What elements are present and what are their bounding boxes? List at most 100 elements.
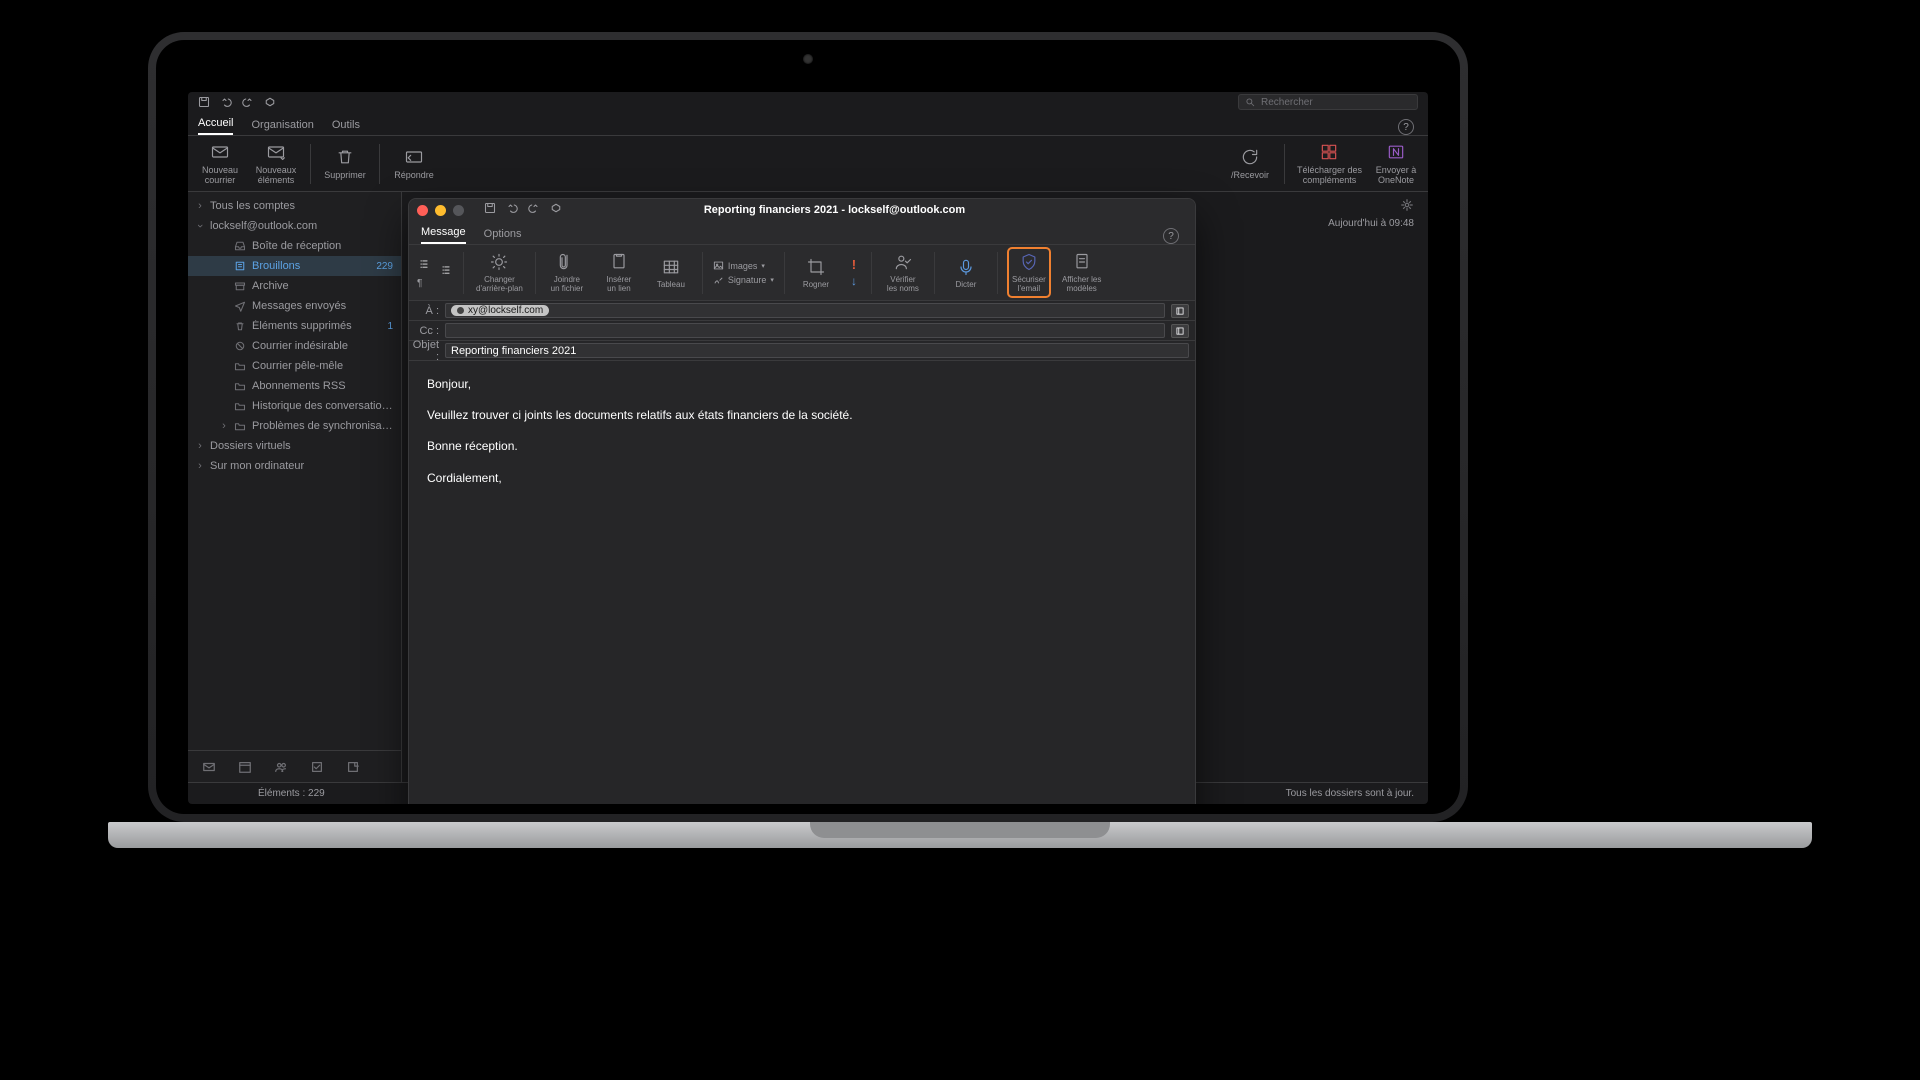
onenote-icon — [1386, 142, 1406, 162]
afficher-modeles-button[interactable]: Afficher lesmodèles — [1060, 248, 1103, 297]
images-button[interactable]: Images ▾ — [713, 260, 774, 271]
sidebar-item-archive[interactable]: Archive — [188, 276, 401, 296]
sidebar-item-sync[interactable]: ›Problèmes de synchronisation — [188, 416, 401, 436]
address-book-button[interactable] — [1171, 304, 1189, 318]
rogner-button[interactable]: Rogner — [795, 253, 837, 293]
label: Tous les comptes — [210, 200, 393, 212]
gear-icon[interactable] — [1400, 198, 1414, 212]
label: Dicter — [955, 280, 976, 289]
help-icon[interactable]: ? — [1163, 228, 1179, 244]
paragraph-icon[interactable]: ¶ — [417, 278, 431, 289]
inserer-lien-button[interactable]: Insérerun lien — [598, 248, 640, 297]
redo-icon[interactable] — [242, 96, 254, 108]
tableau-button[interactable]: Tableau — [650, 253, 692, 293]
folder-icon — [234, 360, 246, 372]
save-icon[interactable] — [198, 96, 210, 108]
main-tabs: Accueil Organisation Outils ? — [188, 112, 1428, 136]
label: Changerd'arrière-plan — [476, 275, 523, 293]
laptop-screen: Rechercher Accueil Organisation Outils ?… — [188, 92, 1428, 804]
securiser-email-button[interactable]: Sécuriserl'email — [1008, 248, 1050, 297]
mic-icon — [956, 257, 976, 277]
help-icon[interactable]: ? — [1398, 119, 1414, 135]
signature-button[interactable]: Signature ▾ — [713, 274, 774, 285]
archive-icon — [234, 280, 246, 292]
folder-sidebar: › Tous les comptes › lockself@outlook.co… — [188, 192, 402, 782]
recipient-chip[interactable]: xy@lockself.com — [451, 305, 549, 316]
tab-accueil[interactable]: Accueil — [198, 117, 233, 135]
chevron-down-icon: › — [194, 222, 206, 230]
minimize-button[interactable] — [435, 205, 446, 216]
changer-arriere-plan-button[interactable]: Changerd'arrière-plan — [474, 248, 525, 297]
tasks-nav-icon[interactable] — [310, 760, 324, 774]
sidebar-item-clutter[interactable]: Courrier pêle-mêle — [188, 356, 401, 376]
sidebar-item-history[interactable]: Historique des conversations — [188, 396, 401, 416]
undo-icon[interactable] — [220, 96, 232, 108]
people-nav-icon[interactable] — [274, 760, 288, 774]
chevron-down-icon: ▾ — [770, 276, 774, 284]
close-button[interactable] — [417, 205, 428, 216]
checknames-icon — [893, 252, 913, 272]
sidebar-all-accounts[interactable]: › Tous les comptes — [188, 196, 401, 216]
bullets-icon[interactable] — [417, 256, 431, 274]
draft-icon — [234, 260, 246, 272]
notes-nav-icon[interactable] — [346, 760, 360, 774]
numbering-icon[interactable] — [439, 262, 453, 280]
calendar-nav-icon[interactable] — [238, 760, 252, 774]
address-book-button[interactable] — [1171, 324, 1189, 338]
sendreceive-icon[interactable] — [264, 96, 276, 108]
sidebar-virtual-folders[interactable]: › Dossiers virtuels — [188, 436, 401, 456]
sidebar-account[interactable]: › lockself@outlook.com — [188, 216, 401, 236]
trash-icon — [335, 147, 355, 167]
to-field[interactable]: xy@lockself.com — [445, 303, 1165, 318]
status-left: Éléments : 229 — [258, 788, 325, 799]
label: Nouveauxéléments — [256, 165, 297, 185]
joindre-fichier-button[interactable]: Joindreun fichier — [546, 248, 588, 297]
nouveau-courrier-button[interactable]: Nouveaucourrier — [198, 142, 242, 185]
verifier-noms-button[interactable]: Vérifierles noms — [882, 248, 924, 297]
sidebar-item-deleted[interactable]: Éléments supprimés1 — [188, 316, 401, 336]
supprimer-button[interactable]: Supprimer — [323, 147, 367, 180]
sidebar-item-junk[interactable]: Courrier indésirable — [188, 336, 401, 356]
sidebar-bottom-nav — [188, 750, 401, 782]
nouveaux-elements-button[interactable]: Nouveauxéléments — [254, 142, 298, 185]
dicter-button[interactable]: Dicter — [945, 253, 987, 293]
priority-low-icon[interactable]: ↓ — [851, 274, 857, 288]
priority-high-icon[interactable]: ! — [852, 257, 856, 272]
compose-body[interactable]: Bonjour, Veuillez trouver ci joints les … — [409, 361, 1195, 804]
addins-icon — [1319, 142, 1339, 162]
sendreceive-button[interactable]: /Recevoir — [1228, 147, 1272, 180]
sidebar-item-rss[interactable]: Abonnements RSS — [188, 376, 401, 396]
window-controls — [417, 205, 464, 216]
cc-field[interactable] — [445, 323, 1165, 338]
maximize-button[interactable] — [453, 205, 464, 216]
undo-icon[interactable] — [506, 201, 518, 219]
label: Dossiers virtuels — [210, 440, 393, 452]
sync-icon — [1240, 147, 1260, 167]
folder-icon — [234, 380, 246, 392]
sidebar-item-sent[interactable]: Messages envoyés — [188, 296, 401, 316]
redo-icon[interactable] — [528, 201, 540, 219]
save-icon[interactable] — [484, 201, 496, 219]
tab-options[interactable]: Options — [484, 228, 522, 244]
mail-nav-icon[interactable] — [202, 760, 216, 774]
subject-value: Reporting financiers 2021 — [451, 345, 576, 357]
sidebar-item-inbox[interactable]: Boîte de réception — [188, 236, 401, 256]
repondre-button[interactable]: Répondre — [392, 147, 436, 180]
subject-label: Objet : — [409, 339, 445, 363]
tab-outils[interactable]: Outils — [332, 119, 360, 135]
envoyer-onenote-button[interactable]: Envoyer àOneNote — [1374, 142, 1418, 185]
outlook-main-window: Rechercher Accueil Organisation Outils ?… — [188, 92, 1428, 804]
body-line: Cordialement, — [427, 469, 1177, 488]
sidebar-item-drafts[interactable]: Brouillons229 — [188, 256, 401, 276]
subject-field[interactable]: Reporting financiers 2021 — [445, 343, 1189, 358]
label: Archive — [252, 280, 393, 292]
tab-message[interactable]: Message — [421, 226, 466, 244]
templates-icon — [1072, 252, 1092, 272]
sendreceive-icon[interactable] — [550, 201, 562, 219]
sidebar-on-my-computer[interactable]: › Sur mon ordinateur — [188, 456, 401, 476]
search-input[interactable]: Rechercher — [1238, 94, 1418, 110]
table-icon — [661, 257, 681, 277]
label: Nouveaucourrier — [202, 165, 238, 185]
telecharger-complements-button[interactable]: Télécharger descompléments — [1297, 142, 1362, 185]
tab-organisation[interactable]: Organisation — [251, 119, 313, 135]
